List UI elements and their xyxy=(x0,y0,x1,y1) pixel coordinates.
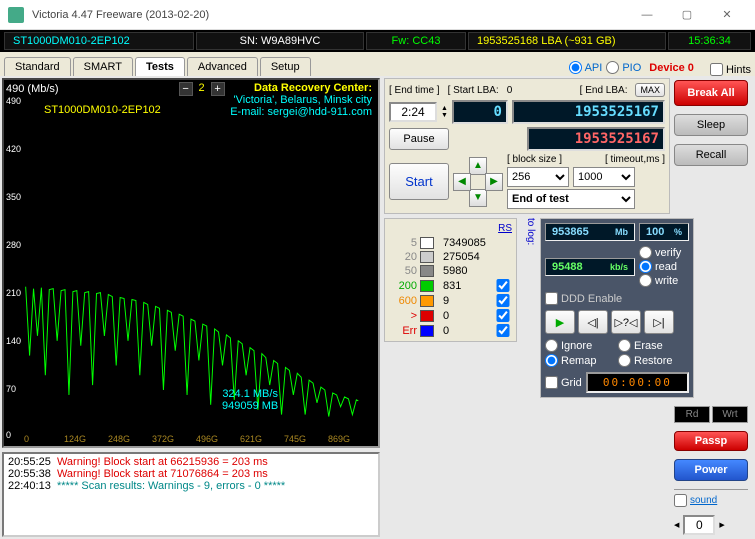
lat-5-icon xyxy=(420,237,434,249)
drive-serial: SN: W9A89HVC xyxy=(196,32,364,50)
drive-firmware: Fw: CC43 xyxy=(366,32,466,50)
hints-checkbox[interactable] xyxy=(710,63,723,76)
lat-20-icon xyxy=(420,251,434,263)
pause-button[interactable]: Pause xyxy=(389,128,449,150)
tab-setup[interactable]: Setup xyxy=(260,57,311,76)
lat-50-icon xyxy=(420,265,434,277)
latency-panel: RS 57349085 20275054 505980 200831 6009 … xyxy=(384,218,517,342)
to-log-label: to log: xyxy=(525,218,536,245)
sound-value[interactable] xyxy=(683,515,715,535)
timer-down[interactable]: ▼ xyxy=(441,112,448,119)
sound-label[interactable]: sound xyxy=(690,495,717,506)
lat-5-count: 7349085 xyxy=(443,237,491,249)
percent-done: 100 xyxy=(646,226,664,238)
lat-err-icon xyxy=(420,325,434,337)
step-fwd-button[interactable]: ▷| xyxy=(644,310,674,334)
step-back-button[interactable]: ◁| xyxy=(578,310,608,334)
sound-checkbox[interactable] xyxy=(674,494,687,507)
start-lba-label: [ Start LBA: xyxy=(448,85,499,96)
position-field: 1953525167 xyxy=(527,127,665,151)
tab-tests[interactable]: Tests xyxy=(135,57,185,76)
lat-gt-count: 0 xyxy=(443,310,491,322)
power-button[interactable]: Power xyxy=(674,459,748,481)
lat-50-count: 5980 xyxy=(443,265,491,277)
tab-standard[interactable]: Standard xyxy=(4,57,71,76)
chart-svg xyxy=(4,80,378,439)
start-button[interactable]: Start xyxy=(389,163,449,200)
sleep-button[interactable]: Sleep xyxy=(674,114,748,136)
blocksize-select[interactable]: 256 xyxy=(507,167,569,187)
lat-200-check[interactable] xyxy=(494,279,512,292)
timer-input[interactable] xyxy=(389,102,437,122)
play-button[interactable]: ▶ xyxy=(545,310,575,334)
lat-600-count: 9 xyxy=(443,295,491,307)
lat-err-count: 0 xyxy=(443,325,491,337)
timeout-select[interactable]: 1000 xyxy=(573,167,635,187)
lat-gt-icon xyxy=(420,310,434,322)
end-time-label: [ End time ] xyxy=(389,85,440,96)
rd-wrt-indicator: RdWrt xyxy=(674,406,748,423)
stats-panel: 953865Mb 100% 95488kb/s verify read writ… xyxy=(540,218,694,398)
start-lba-field[interactable]: 0 xyxy=(452,100,508,124)
arrow-left[interactable]: ◀ xyxy=(453,173,471,191)
tab-advanced[interactable]: Advanced xyxy=(187,57,258,76)
clock: 15:36:34 xyxy=(668,32,751,50)
api-radio[interactable]: API xyxy=(569,61,603,74)
log-panel[interactable]: 20:55:25 Warning! Block start at 6621593… xyxy=(2,452,380,537)
max-button[interactable]: MAX xyxy=(635,83,665,97)
rs-link[interactable]: RS xyxy=(389,223,512,234)
end-lba-label: [ End LBA: xyxy=(580,85,628,96)
pio-radio[interactable]: PIO xyxy=(606,61,641,74)
lba-panel: [ End time ] [ Start LBA: 0 [ End LBA: M… xyxy=(384,78,670,214)
current-speed: 95488 xyxy=(552,261,583,273)
arrow-down[interactable]: ▼ xyxy=(469,189,487,207)
lat-200-count: 831 xyxy=(443,280,491,292)
lat-600-check[interactable] xyxy=(494,294,512,307)
tab-smart[interactable]: SMART xyxy=(73,57,133,76)
timer-up[interactable]: ▲ xyxy=(441,105,448,112)
minimize-button[interactable]: — xyxy=(627,2,667,28)
window-title: Victoria 4.47 Freeware (2013-02-20) xyxy=(32,9,627,21)
main-tabs: Standard SMART Tests Advanced Setup API … xyxy=(0,52,755,76)
device-label: Device 0 xyxy=(649,62,694,74)
passp-button[interactable]: Passp xyxy=(674,431,748,451)
end-lba-field[interactable]: 1953525167 xyxy=(512,100,665,124)
hints-label: Hints xyxy=(726,64,751,76)
remap-radio[interactable]: Remap xyxy=(545,354,616,367)
drive-model: ST1000DM010-2EP102 xyxy=(4,32,194,50)
app-icon xyxy=(8,7,24,23)
random-button[interactable]: ▷?◁ xyxy=(611,310,641,334)
arrow-right[interactable]: ▶ xyxy=(485,173,503,191)
ddd-checkbox[interactable]: DDD Enable xyxy=(545,292,689,305)
window-titlebar: Victoria 4.47 Freeware (2013-02-20) — ▢ … xyxy=(0,0,755,30)
lat-20-count: 275054 xyxy=(443,251,491,263)
processed-mb: 953865 xyxy=(552,226,589,238)
speed-graph: 490 (Mb/s) − 2 + Data Recovery Center: '… xyxy=(2,78,380,448)
grid-checkbox[interactable]: Grid xyxy=(545,376,582,389)
lat-err-check[interactable] xyxy=(494,324,512,337)
lat-gt-check[interactable] xyxy=(494,309,512,322)
maximize-button[interactable]: ▢ xyxy=(667,2,707,28)
lat-600-icon xyxy=(420,295,434,307)
device-info-bar: ST1000DM010-2EP102 SN: W9A89HVC Fw: CC43… xyxy=(0,30,755,52)
close-button[interactable]: ✕ xyxy=(707,2,747,28)
lat-200-icon xyxy=(420,280,434,292)
end-of-test-select[interactable]: End of test xyxy=(507,189,635,209)
speed-readout: 324.1 MB/s 949059 MB xyxy=(222,388,278,412)
break-all-button[interactable]: Break All xyxy=(674,80,748,106)
ignore-radio[interactable]: Ignore xyxy=(545,339,616,352)
nav-arrows: ▲ ▼ ◀ ▶ xyxy=(453,157,503,207)
recall-button[interactable]: Recall xyxy=(674,144,748,166)
drive-capacity: 1953525168 LBA (~931 GB) xyxy=(468,32,666,50)
